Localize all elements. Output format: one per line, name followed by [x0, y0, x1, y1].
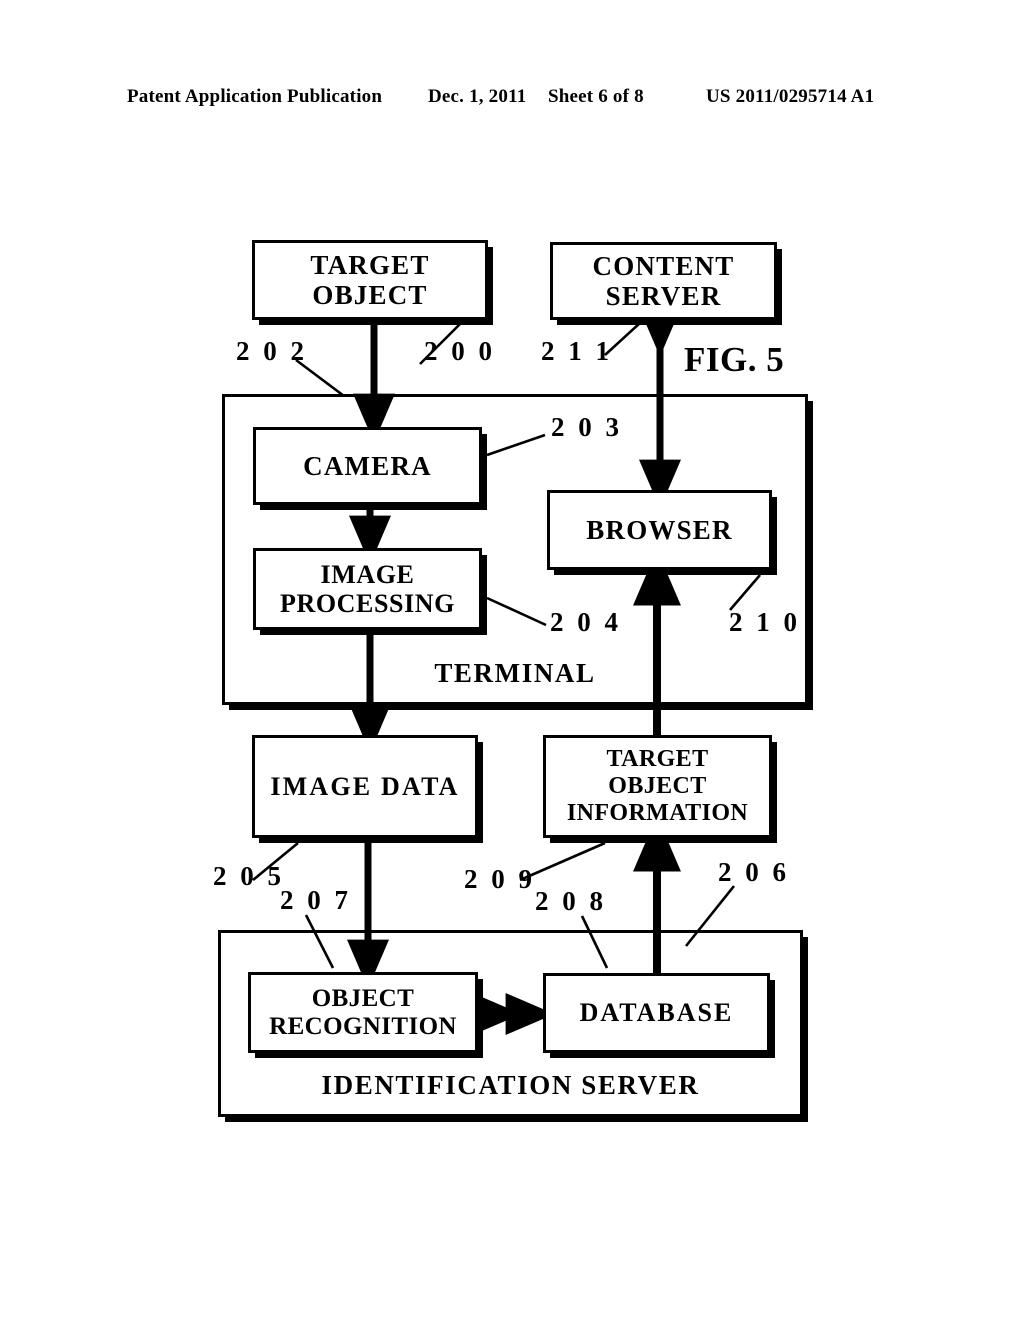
reference-numeral-209: 2 0 9 [464, 864, 536, 894]
reference-numeral-206: 2 0 6 [718, 857, 790, 887]
node-target-object-information: TARGET OBJECT INFORMATION [543, 735, 772, 838]
node-browser-label: BROWSER [586, 514, 733, 545]
node-camera-label: CAMERA [303, 450, 432, 481]
node-browser: BROWSER [547, 490, 772, 570]
group-terminal-label: TERMINAL [434, 658, 596, 688]
leader-line-207 [304, 914, 335, 969]
leader-line-204 [486, 596, 547, 627]
reference-numeral-211: 2 1 1 [541, 336, 613, 366]
node-object-recognition: OBJECT RECOGNITION [248, 972, 478, 1053]
reference-numeral-207: 2 0 7 [280, 885, 352, 915]
node-database-label: DATABASE [579, 998, 734, 1028]
reference-numeral-210: 2 1 0 [729, 607, 801, 637]
node-image-processing: IMAGE PROCESSING [253, 548, 482, 630]
node-camera: CAMERA [253, 427, 482, 505]
reference-numeral-202: 2 0 2 [236, 336, 308, 366]
reference-numeral-203: 2 0 3 [551, 412, 623, 442]
node-target-object-label: TARGET OBJECT [310, 249, 430, 310]
node-database: DATABASE [543, 973, 770, 1053]
leader-line-206 [684, 885, 736, 947]
figure-5-diagram: TERMINAL IDENTIFICATION SERVER TARGET OBJ… [0, 0, 1024, 1320]
node-content-server-label: CONTENT SERVER [592, 250, 735, 311]
node-image-data-label: IMAGE DATA [270, 771, 460, 801]
node-object-recognition-label: OBJECT RECOGNITION [269, 984, 457, 1040]
leader-line-203 [486, 433, 546, 457]
node-image-data: IMAGE DATA [252, 735, 478, 838]
group-identification-server-label: IDENTIFICATION SERVER [321, 1070, 700, 1100]
leader-line-210 [729, 574, 761, 611]
node-target-object-information-label: TARGET OBJECT INFORMATION [566, 746, 749, 826]
leader-line-208 [580, 915, 609, 969]
node-image-processing-label: IMAGE PROCESSING [279, 559, 456, 618]
node-target-object: TARGET OBJECT [252, 240, 488, 320]
node-content-server: CONTENT SERVER [550, 242, 777, 320]
figure-caption: FIG. 5 [684, 340, 785, 379]
reference-numeral-204: 2 0 4 [550, 607, 622, 637]
reference-numeral-208: 2 0 8 [535, 886, 607, 916]
reference-numeral-205: 2 0 5 [213, 861, 285, 891]
reference-numeral-200: 2 0 0 [424, 336, 496, 366]
